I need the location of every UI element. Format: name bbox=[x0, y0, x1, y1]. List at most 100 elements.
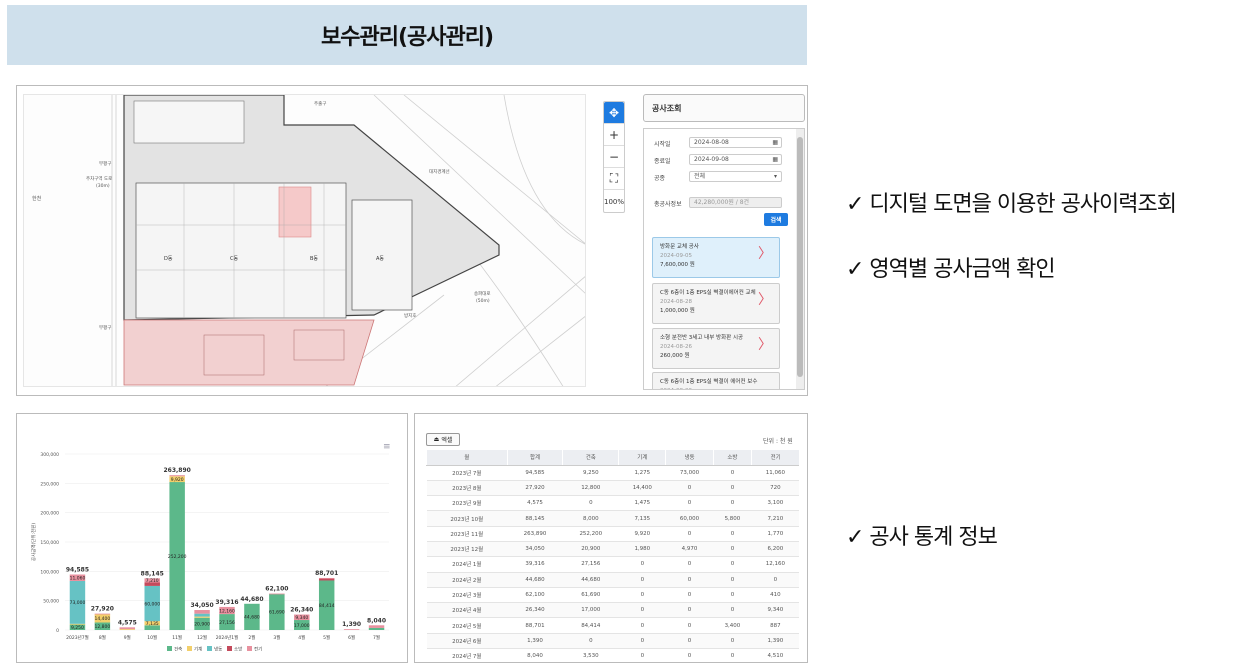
bar-segment bbox=[94, 613, 111, 615]
bar-segment bbox=[69, 623, 86, 625]
zoom-in-button[interactable]: + bbox=[604, 124, 624, 146]
bar-segment bbox=[368, 625, 385, 628]
type-select[interactable]: 전체 ▾ bbox=[689, 171, 782, 182]
table-header-row: 월 합계 건축 기계 냉동 소방 전기 bbox=[426, 450, 799, 466]
table-cell: 0 bbox=[713, 480, 752, 497]
segment-label: 73,000 bbox=[70, 600, 86, 606]
table-cell: 2024년 2월 bbox=[426, 572, 508, 588]
segment-label: 9,920 bbox=[171, 477, 184, 483]
column-header: 합계 bbox=[506, 450, 563, 466]
card-date: 2024-08-28 bbox=[660, 299, 692, 305]
construction-card[interactable]: 방화문 교체 공사 2024-09-05 7,600,000 원 〉 bbox=[652, 237, 780, 278]
start-date-field[interactable]: 2024-08-08 ▦ bbox=[689, 137, 782, 148]
table-cell: 0 bbox=[713, 541, 752, 558]
map-label-note: 주차구역 도로 bbox=[86, 175, 112, 182]
x-tick-label: 2023년7월 bbox=[66, 634, 89, 641]
table-row: 2023년 8월 27,920 12,800 14,400 0 0 720 bbox=[426, 480, 799, 497]
x-tick-label: 10월 bbox=[147, 634, 157, 641]
x-tick-label: 6월 bbox=[348, 634, 355, 641]
bar-segment bbox=[169, 475, 185, 477]
bar-total-label: 62,100 bbox=[265, 586, 288, 593]
panel-scrollbar[interactable] bbox=[796, 129, 804, 389]
table-cell: 73,000 bbox=[665, 465, 714, 481]
search-button[interactable]: 검색 bbox=[764, 213, 788, 226]
feature-note-area-cost: ✓ 영역별 공사금액 확인 bbox=[846, 257, 1056, 282]
segment-label: 9,340 bbox=[295, 615, 308, 621]
table-cell: 0 bbox=[713, 602, 752, 619]
table-cell: 20,900 bbox=[562, 541, 619, 558]
bar-segment bbox=[343, 629, 360, 630]
segment-label: 27,156 bbox=[219, 620, 235, 626]
excel-download-button[interactable]: ⏏ 엑셀 bbox=[426, 433, 460, 446]
table-cell: 8,040 bbox=[507, 648, 563, 662]
legend-swatch bbox=[207, 646, 212, 651]
type-select-value: 전체 bbox=[694, 173, 706, 180]
site-plan-drawing: D동 C동 B동 A동 한천 부평구 주차구역 도로 (30m) 대지경계선 방… bbox=[32, 95, 585, 386]
digital-drawing-map[interactable]: D동 C동 B동 A동 한천 부평구 주차구역 도로 (30m) 대지경계선 방… bbox=[23, 94, 586, 387]
fullscreen-button[interactable]: ⛶ bbox=[604, 168, 624, 190]
table-cell: 5,800 bbox=[713, 510, 752, 527]
map-label-road2: (50m) bbox=[476, 298, 490, 304]
table-cell: 88,145 bbox=[507, 510, 563, 527]
x-tick-label: 2024년1월 bbox=[216, 634, 239, 641]
table-cell: 0 bbox=[562, 633, 619, 650]
bar-segment bbox=[194, 616, 210, 618]
legend-label: 건축 bbox=[174, 646, 182, 653]
table-cell: 27,920 bbox=[507, 480, 563, 497]
table-cell: 0 bbox=[665, 480, 714, 497]
map-label-bridge: 부평구 bbox=[99, 160, 111, 167]
construction-card[interactable]: C동 6층이 1층 EPS실 벽결이 에어컨 보수 2024-08-20 bbox=[652, 372, 780, 389]
x-tick-label: 12월 bbox=[197, 634, 207, 641]
end-date-field[interactable]: 2024-09-08 ▦ bbox=[689, 154, 782, 165]
table-cell: 4,970 bbox=[665, 541, 714, 558]
legend-swatch bbox=[247, 646, 252, 651]
zoom-out-button[interactable]: − bbox=[604, 146, 624, 168]
bar-total-label: 27,920 bbox=[91, 606, 114, 613]
segment-label: 12,800 bbox=[95, 624, 111, 630]
column-header: 전기 bbox=[751, 450, 799, 466]
table-cell: 0 bbox=[713, 648, 752, 662]
table-cell: 0 bbox=[713, 465, 752, 481]
legend-label: 전기 bbox=[254, 646, 262, 653]
map-label-note2: (30m) bbox=[96, 183, 110, 189]
table-cell: 62,100 bbox=[507, 587, 563, 604]
table-row: 2023년 9월 4,575 0 1,475 0 0 3,100 bbox=[426, 495, 799, 512]
card-title: C동 6층이 1층 EPS실 벽결이에어컨 교체 bbox=[660, 290, 756, 296]
feature-note-statistics: ✓ 공사 통계 정보 bbox=[846, 525, 998, 550]
bar-segment bbox=[269, 593, 285, 595]
table-cell: 9,920 bbox=[618, 526, 666, 542]
table-cell: 9,250 bbox=[562, 465, 619, 481]
construction-card[interactable]: 소형 분전반 3세고 내부 방화판 시공 2024-08-26 260,000 … bbox=[652, 328, 780, 369]
statistics-table-panel: ⏏ 엑셀 단위 : 천 원 월 합계 건축 기계 냉동 소방 전기 2023년 7월 94,58… bbox=[414, 413, 808, 663]
table-row: 2024년 6월 1,390 0 0 0 0 1,390 bbox=[426, 633, 799, 650]
bar-total-label: 39,316 bbox=[215, 599, 238, 606]
pan-icon[interactable]: ✥ bbox=[604, 102, 624, 124]
table-row: 2023년 7월 94,585 9,250 1,275 73,000 0 11,060 bbox=[426, 465, 799, 481]
segment-label: 7,210 bbox=[146, 578, 159, 584]
legend-label: 소방 bbox=[234, 646, 242, 653]
legend-label: 기계 bbox=[194, 646, 202, 653]
scrollbar-thumb[interactable] bbox=[797, 137, 803, 377]
table-cell: 2023년 7월 bbox=[426, 465, 508, 481]
table-cell: 2024년 3월 bbox=[426, 587, 508, 604]
x-tick-label: 9월 bbox=[124, 634, 131, 641]
column-header: 소방 bbox=[712, 450, 752, 466]
legend-swatch bbox=[227, 646, 232, 651]
y-tick-label: 100,000 bbox=[40, 569, 59, 575]
page-title-text: 보수관리(공사관리) bbox=[320, 25, 494, 50]
table-cell: 94,585 bbox=[507, 465, 563, 481]
table-row: 2024년 2월 44,680 44,680 0 0 0 0 bbox=[426, 572, 799, 588]
table-cell: 0 bbox=[665, 633, 714, 650]
table-cell: 1,475 bbox=[618, 495, 666, 512]
legend-swatch bbox=[187, 646, 192, 651]
bar-segment bbox=[194, 613, 210, 617]
table-row: 2024년 7월 8,040 3,530 0 0 0 4,510 bbox=[426, 648, 799, 662]
column-header: 건축 bbox=[562, 450, 619, 466]
construction-card[interactable]: C동 6층이 1층 EPS실 벽결이에어컨 교체 2024-08-28 1,00… bbox=[652, 283, 780, 324]
x-tick-label: 5월 bbox=[323, 634, 330, 641]
end-date-value: 2024-09-08 bbox=[694, 156, 729, 163]
excel-label: 엑셀 bbox=[441, 437, 453, 444]
bar-total-label: 88,145 bbox=[141, 570, 164, 577]
card-date: 2024-08-20 bbox=[660, 387, 772, 389]
table-cell: 2024년 5월 bbox=[426, 617, 508, 634]
